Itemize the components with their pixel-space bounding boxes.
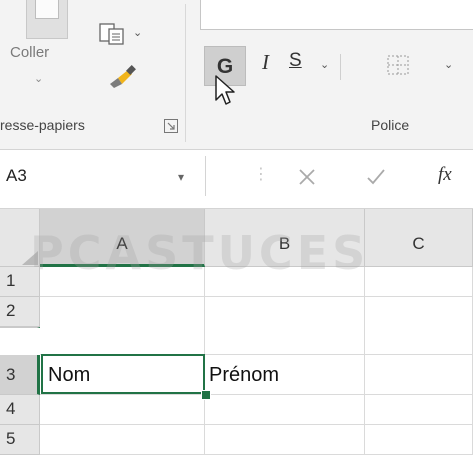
italic-button[interactable]: I bbox=[262, 50, 269, 75]
copy-icon[interactable] bbox=[98, 22, 128, 46]
row-header-4[interactable]: 4 bbox=[0, 395, 40, 425]
cell-b5[interactable] bbox=[205, 425, 365, 455]
font-name-dropdown[interactable] bbox=[200, 0, 473, 30]
formula-bar-grip[interactable]: ⋮ bbox=[253, 164, 269, 183]
cell-c1[interactable] bbox=[365, 267, 473, 297]
cell-c2[interactable] bbox=[365, 297, 473, 355]
cell-c4[interactable] bbox=[365, 395, 473, 425]
paste-dropdown-chevron-icon[interactable]: ⌄ bbox=[34, 72, 43, 85]
cell-b3[interactable]: Prénom bbox=[205, 355, 365, 395]
cell-c3[interactable] bbox=[365, 355, 473, 395]
insert-function-button[interactable]: fx bbox=[438, 164, 452, 186]
name-box-value[interactable]: A3 bbox=[6, 166, 27, 186]
font-group-label: Police bbox=[371, 117, 410, 133]
enter-icon[interactable] bbox=[366, 168, 386, 186]
row-divider bbox=[0, 327, 40, 328]
column-header-c[interactable]: C bbox=[365, 209, 473, 267]
cell-b2[interactable] bbox=[205, 297, 365, 355]
fill-handle[interactable] bbox=[201, 390, 211, 400]
cell-c5[interactable] bbox=[365, 425, 473, 455]
cell-a4[interactable] bbox=[40, 395, 205, 425]
cell-a5[interactable] bbox=[40, 425, 205, 455]
border-icon[interactable] bbox=[386, 54, 412, 78]
paste-button-label[interactable]: Coller bbox=[10, 44, 49, 61]
cell-b4[interactable] bbox=[205, 395, 365, 425]
name-box-chevron-down-icon[interactable]: ▾ bbox=[178, 170, 184, 184]
dialog-launcher-icon[interactable] bbox=[164, 119, 178, 133]
underline-button[interactable]: S bbox=[289, 50, 302, 72]
cell-a1[interactable] bbox=[40, 267, 205, 297]
underline-dropdown-chevron-icon[interactable]: ⌄ bbox=[320, 58, 329, 71]
clipboard-group-label: resse-papiers bbox=[0, 117, 85, 133]
border-dropdown-chevron-icon[interactable]: ⌄ bbox=[444, 58, 453, 71]
mouse-cursor-icon bbox=[215, 75, 235, 105]
copy-dropdown-chevron-icon[interactable]: ⌄ bbox=[133, 26, 142, 39]
row-header-2[interactable]: 2 bbox=[0, 297, 40, 327]
row-header-1[interactable]: 1 bbox=[0, 267, 40, 297]
group-separator bbox=[185, 4, 186, 142]
cell-a3[interactable]: Nom bbox=[40, 355, 205, 395]
row-header-3[interactable]: 3 bbox=[0, 355, 40, 395]
paste-icon[interactable] bbox=[26, 0, 68, 39]
cell-b1[interactable] bbox=[205, 267, 365, 297]
cancel-icon[interactable] bbox=[298, 168, 316, 186]
cell-a2[interactable] bbox=[40, 297, 205, 355]
toolbar-separator bbox=[340, 54, 341, 80]
format-painter-icon[interactable] bbox=[104, 64, 138, 90]
row-header-5[interactable]: 5 bbox=[0, 425, 40, 455]
name-box[interactable] bbox=[0, 156, 206, 196]
